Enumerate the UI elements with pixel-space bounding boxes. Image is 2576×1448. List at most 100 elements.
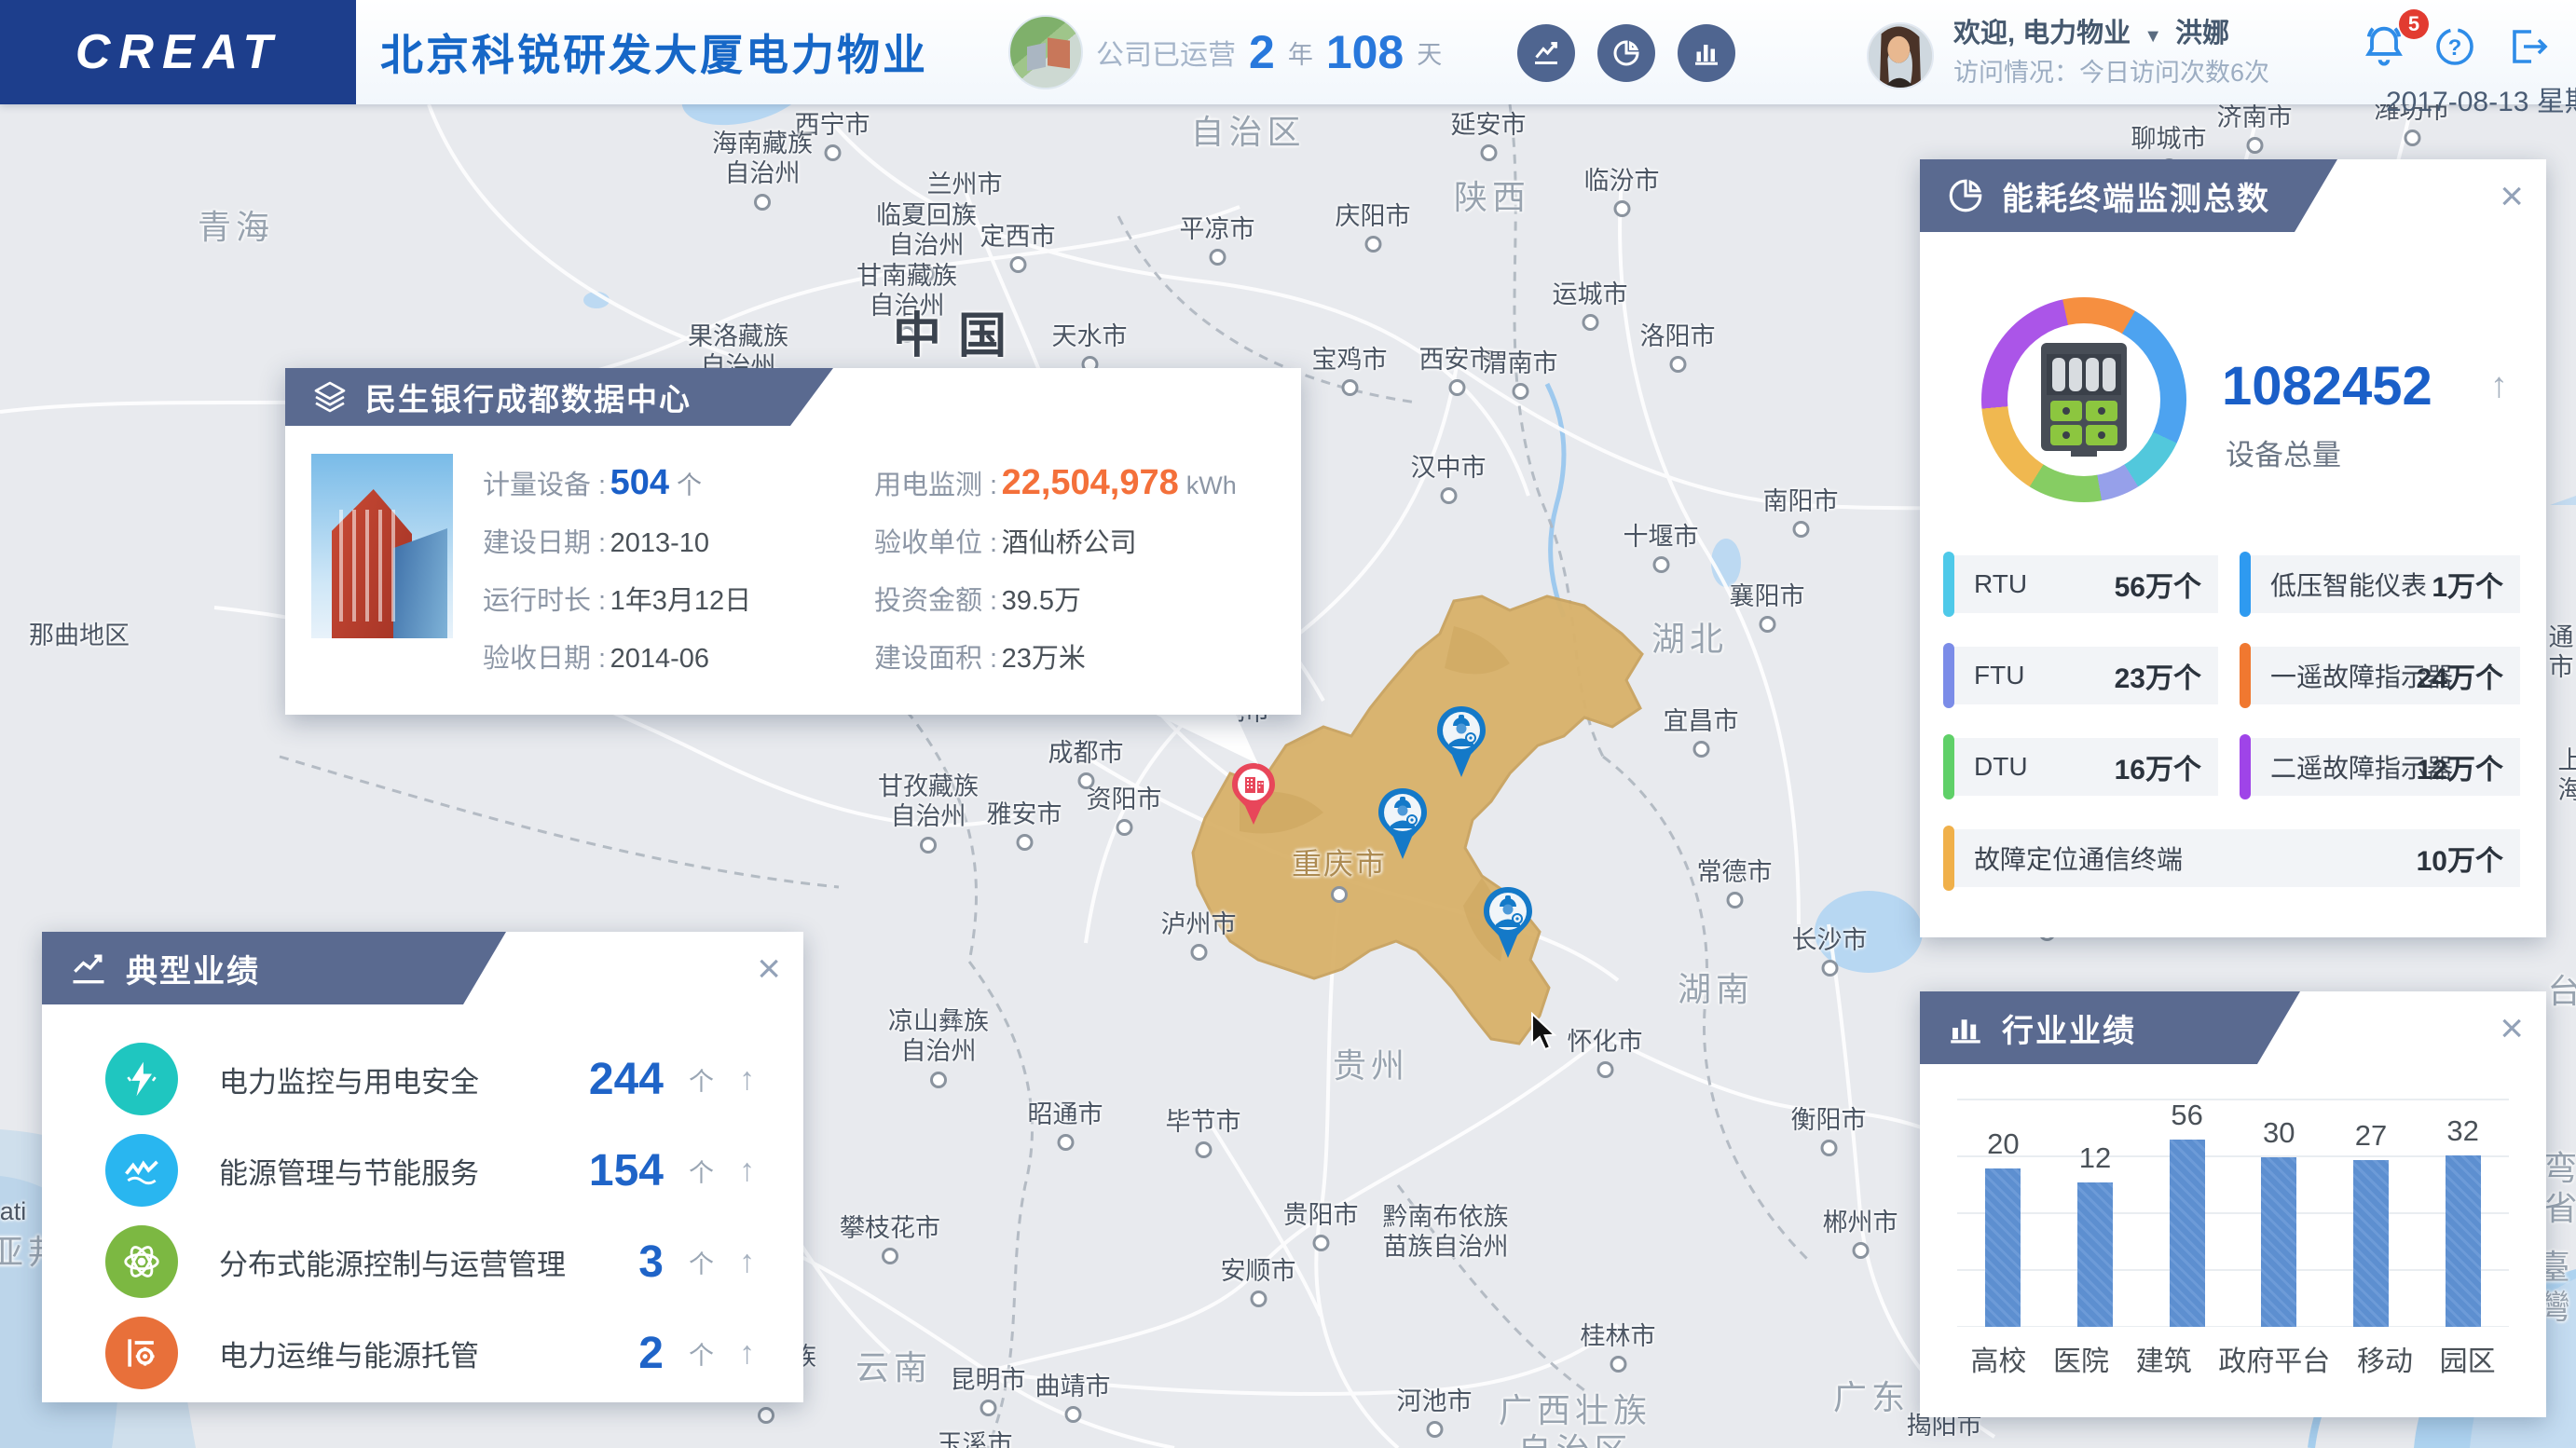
- bar-value-label: 30: [2263, 1116, 2295, 1149]
- user-avatar[interactable]: [1867, 22, 1934, 89]
- field-label: 验收日期 :: [483, 644, 607, 674]
- power-safety-icon: [105, 1043, 178, 1115]
- terminal-row: 低压智能仪表 1万个: [2240, 552, 2520, 617]
- map-label: 自治区: [1190, 113, 1306, 151]
- field-label: 验收单位 :: [874, 528, 998, 558]
- worker-site-pin[interactable]: [1433, 704, 1489, 785]
- industry-categories: 高校 医院 建筑 政府平台 移动 园区: [1957, 1338, 2509, 1379]
- map-label: 玉溪市: [937, 1430, 1013, 1448]
- terminal-label: 低压智能仪表: [2270, 571, 2428, 600]
- map-label: 弯省: [2543, 1149, 2576, 1228]
- industry-panel: 行业业绩 × 20 12 56 30 27 32 高校 医院 建筑 政府平台 移动 园区: [1920, 991, 2546, 1417]
- map-label: 通市: [2548, 623, 2574, 682]
- device-total-label: 设备总量: [2226, 439, 2341, 471]
- terminal-row: 二遥故障指示器 12万个: [2240, 734, 2520, 799]
- up-arrow-icon: ↑: [739, 1152, 755, 1188]
- bar-category-label: 政府平台: [2218, 1346, 2331, 1377]
- map-label: 台: [2547, 972, 2576, 1010]
- datacenter-popup: 民生银行成都数据中心 计量设备 : 504 个 用电监测 : 22,504,978…: [285, 368, 1301, 715]
- terminal-label: FTU: [1974, 661, 2025, 690]
- datacenter-popup-header: 民生银行成都数据中心: [285, 368, 833, 426]
- close-icon[interactable]: ×: [757, 949, 781, 990]
- device-donut-chart: [1981, 297, 2186, 502]
- map-label: 平凉市: [1180, 214, 1255, 266]
- field-label: 建设面积 :: [874, 644, 998, 674]
- map-label: 海南藏族 自治州: [712, 129, 813, 211]
- field-label: 计量设备 :: [483, 470, 607, 500]
- line-chart-button[interactable]: [1517, 24, 1575, 82]
- panel-title: 典型业绩: [126, 953, 260, 990]
- close-icon[interactable]: ×: [2500, 1008, 2524, 1049]
- brand-logo-text: CREAT: [75, 25, 281, 79]
- operation-duration: 公司已运营 2 年 108 天: [1008, 0, 1442, 104]
- bar: 30: [2261, 1099, 2297, 1327]
- help-button[interactable]: ?: [2432, 24, 2477, 74]
- map-label: 渭南市: [1483, 348, 1558, 401]
- map-label: 庆阳市: [1336, 201, 1411, 253]
- bar-category-label: 移动: [2356, 1346, 2413, 1377]
- popup-pointer: [1146, 706, 1258, 764]
- terminal-row: 故障定位通信终端 10万个: [1943, 826, 2520, 891]
- energy-wave-icon: [105, 1134, 178, 1207]
- building-photo: [311, 454, 453, 638]
- terminal-label: RTU: [1974, 569, 2028, 598]
- achievement-value: 154: [588, 1145, 664, 1195]
- achievement-unit: 个: [689, 1067, 714, 1096]
- notification-bell-button[interactable]: 5: [2360, 9, 2429, 76]
- close-icon[interactable]: ×: [2500, 176, 2524, 217]
- brand-logo[interactable]: CREAT: [0, 0, 356, 104]
- mouse-cursor: [1531, 1012, 1557, 1051]
- field-value: 23万米: [1001, 644, 1086, 674]
- bar-category-label: 医院: [2052, 1346, 2109, 1377]
- field-label: 投资金额 :: [874, 586, 998, 616]
- map-label: 云南: [855, 1348, 933, 1387]
- terminal-value: 10万个: [2416, 846, 2503, 877]
- map-label: 成都市: [1048, 738, 1124, 790]
- map-label: 昭通市: [1028, 1100, 1103, 1152]
- map-label: 雅安市: [987, 799, 1062, 852]
- logout-button[interactable]: [2505, 24, 2550, 74]
- bar-value-label: 27: [2354, 1119, 2388, 1152]
- achievement-unit: 个: [689, 1250, 714, 1278]
- field-value: 504: [610, 462, 669, 502]
- pie-chart-icon: [1946, 176, 1985, 215]
- map-label: ati: [0, 1197, 27, 1225]
- date-value: 2017-08-13: [2386, 87, 2529, 117]
- terminal-panel: 能耗终端监测总数 × 1082452 ↑ 设备总量 RTU 56万个 低压智能仪…: [1920, 159, 2546, 937]
- achievement-row: 分布式能源控制与运营管理 3 个 ↑: [42, 1217, 803, 1306]
- achievement-unit: 个: [689, 1158, 714, 1187]
- map-label: 河池市: [1397, 1387, 1473, 1439]
- operating-days: 108: [1325, 26, 1404, 78]
- worker-site-pin[interactable]: [1375, 786, 1431, 867]
- welcome-text: 欢迎, 电力物业 ▼ 洪娜: [1953, 20, 2269, 48]
- bar-chart-button[interactable]: [1678, 24, 1735, 82]
- map-label: 凉山彝族 自治州: [888, 1006, 989, 1088]
- pie-chart-button[interactable]: [1597, 24, 1655, 82]
- worker-site-pin[interactable]: [1480, 885, 1536, 966]
- map-label: 衡阳市: [1791, 1105, 1867, 1157]
- map-label: 毕节市: [1166, 1107, 1241, 1159]
- terminal-value: 16万个: [2114, 755, 2201, 785]
- map-label: 曲靖市: [1035, 1372, 1111, 1424]
- field-value: 22,504,978: [1001, 462, 1179, 502]
- username[interactable]: 洪娜: [2175, 19, 2229, 48]
- operating-years: 2: [1249, 26, 1275, 78]
- bar-value-label: 32: [2446, 1114, 2479, 1147]
- map-label: 贵州: [1332, 1046, 1410, 1085]
- data-center-pin[interactable]: [1229, 761, 1278, 833]
- achievement-row: 电力运维与能源托管 2 个 ↑: [42, 1308, 803, 1398]
- up-arrow-icon: ↑: [739, 1243, 755, 1279]
- chevron-down-icon[interactable]: ▼: [2144, 26, 2162, 47]
- map-label: 怀化市: [1568, 1027, 1643, 1079]
- up-arrow-icon: ↑: [739, 1334, 755, 1371]
- bar-category-label: 高校: [1970, 1346, 2027, 1377]
- map-label: 洛阳市: [1640, 321, 1716, 374]
- terminal-label: DTU: [1974, 752, 2028, 781]
- terminal-header: 能耗终端监测总数: [1920, 159, 2337, 232]
- map-label: 常德市: [1697, 857, 1773, 909]
- bar: 27: [2352, 1099, 2389, 1327]
- popup-title: 民生银行成都数据中心: [365, 382, 692, 417]
- notification-badge: 5: [2399, 9, 2429, 39]
- map-label: 安顺市: [1221, 1256, 1296, 1308]
- top-header-bar: CREAT 北京科锐研发大厦电力物业 公司已运营 2 年 108 天 欢迎, 电…: [0, 0, 2576, 117]
